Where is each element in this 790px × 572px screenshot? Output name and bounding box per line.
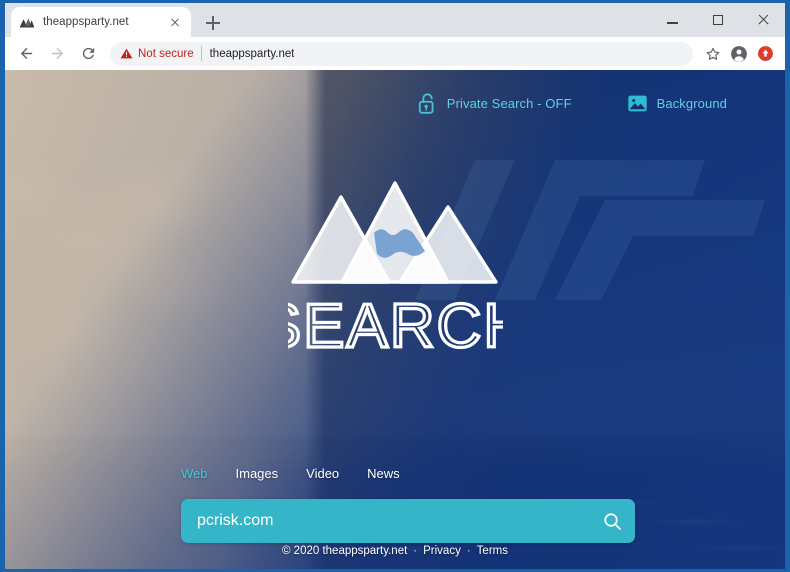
page-content: Private Search - OFF Background EARC Web…	[5, 70, 785, 569]
close-window-button[interactable]	[740, 3, 785, 37]
forward-button[interactable]	[44, 41, 70, 67]
tab-news[interactable]: News	[367, 466, 400, 481]
search-input[interactable]	[181, 499, 589, 543]
magnifier-search-icon	[603, 512, 621, 530]
site-logo: SEARCH	[258, 175, 529, 363]
private-search-toggle[interactable]: Private Search - OFF	[417, 92, 572, 115]
tab-close-icon[interactable]	[167, 14, 183, 30]
warning-triangle-icon	[120, 48, 133, 59]
copyright-text: © 2020 theappsparty.net	[282, 545, 408, 557]
tab-strip: theappsparty.net	[5, 3, 785, 37]
tab-title: theappsparty.net	[43, 16, 129, 28]
browser-tab[interactable]: theappsparty.net	[11, 7, 191, 37]
background-chooser[interactable]: Background	[627, 93, 727, 114]
back-button[interactable]	[13, 41, 39, 67]
private-search-label: Private Search - OFF	[446, 95, 572, 111]
footer-separator-1: ·	[413, 545, 418, 557]
maximize-button[interactable]	[695, 3, 740, 37]
privacy-link[interactable]: Privacy	[423, 545, 461, 557]
address-bar-url: theappsparty.net	[209, 47, 295, 60]
terms-link[interactable]: Terms	[477, 545, 508, 557]
address-bar[interactable]: Not secure theappsparty.net	[110, 41, 693, 66]
minimize-icon	[667, 22, 678, 24]
back-arrow-icon	[20, 47, 32, 60]
search-submit-button[interactable]	[589, 499, 635, 543]
mountain-logo-icon: SEARCH	[258, 181, 529, 363]
footer-separator-2: ·	[466, 545, 471, 557]
tab-web[interactable]: Web	[181, 466, 208, 481]
browser-toolbar: Not secure theappsparty.net	[5, 37, 785, 70]
search-category-tabs: Web Images Video News	[181, 466, 428, 481]
security-status-label: Not secure	[138, 47, 194, 60]
minimize-button[interactable]	[650, 3, 695, 37]
extension-update-icon	[757, 46, 773, 61]
profile-button[interactable]	[727, 42, 751, 66]
picture-image-icon	[627, 95, 647, 111]
chrome-menu-button[interactable]	[753, 42, 777, 66]
mountain-favicon-icon	[20, 18, 34, 28]
tab-images[interactable]: Images	[236, 466, 279, 481]
profile-avatar-icon	[731, 45, 747, 62]
close-icon	[757, 14, 769, 26]
reload-button[interactable]	[75, 41, 101, 67]
page-footer: © 2020 theappsparty.net · Privacy · Term…	[5, 545, 785, 557]
tab-video[interactable]: Video	[306, 466, 339, 481]
bookmark-button[interactable]	[701, 42, 725, 66]
maximize-icon	[712, 15, 723, 25]
page-header-bar: Private Search - OFF Background	[5, 88, 785, 118]
open-padlock-icon	[418, 92, 434, 114]
address-bar-divider	[200, 46, 202, 61]
search-box	[181, 499, 635, 543]
star-icon	[706, 47, 720, 60]
browser-window: theappsparty.net Not secure theappsparty…	[5, 3, 785, 569]
window-controls	[650, 3, 785, 37]
background-label: Background	[656, 95, 727, 111]
reload-icon	[82, 47, 94, 60]
new-tab-button[interactable]	[201, 11, 225, 35]
forward-arrow-icon	[51, 47, 63, 60]
logo-wordmark: SEARCH	[288, 292, 503, 355]
screenshot-root: theappsparty.net Not secure theappsparty…	[0, 0, 790, 572]
